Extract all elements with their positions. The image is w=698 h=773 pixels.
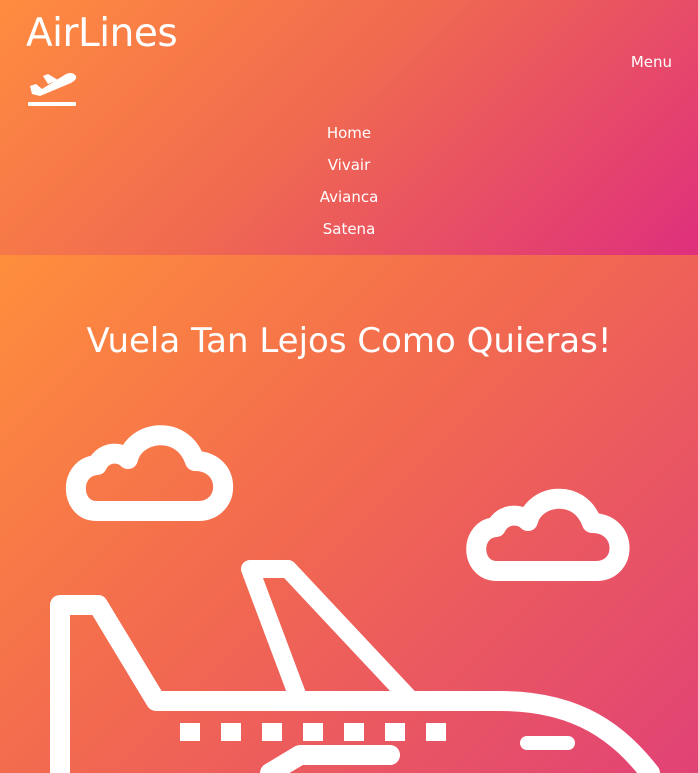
airplane-windows-icon [180,723,446,741]
main-nav: Home Vivair Avianca Satena [0,121,698,249]
brand-name[interactable]: AirLines [26,14,178,53]
cloud-icon [65,425,234,521]
nav-item-vivair[interactable]: Vivair [0,153,698,185]
nav-item-satena[interactable]: Satena [0,217,698,249]
menu-button[interactable]: Menu [631,53,672,71]
site-header: AirLines Menu Home Vivair Avianca Satena [0,0,698,255]
airplane-and-clouds-icon [50,425,660,773]
nav-item-avianca[interactable]: Avianca [0,185,698,217]
plane-takeoff-icon[interactable] [26,70,78,108]
cloud-icon [466,488,630,581]
nav-item-home[interactable]: Home [0,121,698,153]
wing-icon [241,560,417,706]
hero-section: Vuela Tan Lejos Como Quieras! [0,255,698,773]
